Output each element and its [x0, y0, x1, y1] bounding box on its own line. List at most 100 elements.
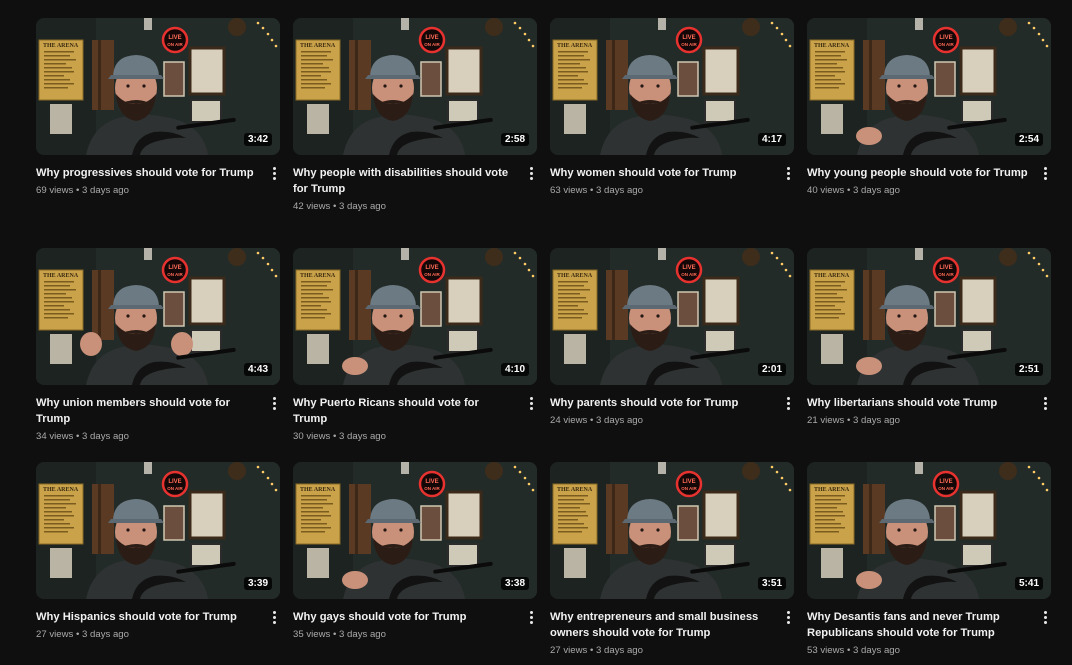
video-title[interactable]: Why Desantis fans and never Trump Republ… [807, 609, 1029, 641]
thumbnail-neon-sign-text: LIVE [939, 35, 952, 41]
view-count: 53 views [807, 645, 845, 656]
video-title[interactable]: Why Puerto Ricans should vote for Trump [293, 395, 515, 427]
video-title[interactable]: Why women should vote for Trump [550, 165, 772, 181]
more-actions-icon[interactable] [270, 395, 278, 411]
video-thumbnail[interactable]: THE ARENA LIVE ON AIR [36, 18, 280, 155]
upload-age: 3 days ago [853, 185, 900, 196]
video-thumbnail[interactable]: THE ARENA LIVE ON AIR [807, 18, 1051, 155]
upload-age: 3 days ago [339, 431, 386, 442]
video-details: Why progressives should vote for Trump 6… [36, 155, 280, 198]
thumbnail-neon-sign-text: LIVE [425, 479, 438, 485]
video-thumbnail[interactable]: THE ARENA LIVE ON AIR [293, 18, 537, 155]
video-title[interactable]: Why young people should vote for Trump [807, 165, 1029, 181]
video-thumbnail[interactable]: THE ARENA LIVE ON AIR [293, 248, 537, 385]
duration-badge: 5:41 [1014, 577, 1043, 590]
view-count: 30 views [293, 431, 331, 442]
meta-separator: • [76, 629, 80, 640]
video-card-6[interactable]: THE ARENA LIVE ON AIR 4:10 Why Puerto Ri… [293, 248, 537, 462]
thumbnail-neon-sign-subtext: ON AIR [167, 42, 183, 47]
video-title[interactable]: Why union members should vote for Trump [36, 395, 258, 427]
video-card-11[interactable]: THE ARENA LIVE ON AIR 3:51 Why entrepren… [550, 462, 794, 662]
video-meta: 42 views • 3 days ago [293, 200, 515, 214]
upload-age: 3 days ago [853, 645, 900, 656]
video-meta: 69 views • 3 days ago [36, 184, 258, 198]
video-thumbnail[interactable]: THE ARENA LIVE ON AIR [807, 462, 1051, 599]
meta-separator: • [847, 645, 851, 656]
more-actions-icon[interactable] [784, 609, 792, 625]
video-title[interactable]: Why progressives should vote for Trump [36, 165, 258, 181]
duration-badge: 2:58 [500, 133, 529, 146]
video-card-9[interactable]: THE ARENA LIVE ON AIR 3:39 Why Hispanics… [36, 462, 280, 662]
meta-separator: • [333, 201, 337, 212]
video-title[interactable]: Why parents should vote for Trump [550, 395, 772, 411]
thumbnail-neon-sign-text: LIVE [939, 479, 952, 485]
video-card-5[interactable]: THE ARENA LIVE ON AIR 4:43 Why union mem… [36, 248, 280, 462]
upload-age: 3 days ago [596, 185, 643, 196]
video-title[interactable]: Why libertarians should vote Trump [807, 395, 1029, 411]
video-card-8[interactable]: THE ARENA LIVE ON AIR 2:51 Why libertari… [807, 248, 1051, 462]
thumbnail-neon-sign-subtext: ON AIR [681, 42, 697, 47]
video-title[interactable]: Why gays should vote for Trump [293, 609, 515, 625]
video-card-1[interactable]: THE ARENA LIVE ON AIR 3:42 Why progressi… [36, 18, 280, 248]
meta-separator: • [590, 645, 594, 656]
duration-badge: 4:17 [757, 133, 786, 146]
video-card-3[interactable]: THE ARENA LIVE ON AIR 4:17 Why women sho… [550, 18, 794, 248]
duration-badge: 4:43 [243, 363, 272, 376]
video-details: Why libertarians should vote Trump 21 vi… [807, 385, 1051, 428]
more-actions-icon[interactable] [784, 165, 792, 181]
duration-badge: 3:42 [243, 133, 272, 146]
duration-badge: 2:54 [1014, 133, 1043, 146]
meta-separator: • [333, 629, 337, 640]
upload-age: 3 days ago [82, 431, 129, 442]
view-count: 40 views [807, 185, 845, 196]
video-title[interactable]: Why people with disabilities should vote… [293, 165, 515, 197]
more-actions-icon[interactable] [784, 395, 792, 411]
video-details: Why parents should vote for Trump 24 vie… [550, 385, 794, 428]
video-thumbnail[interactable]: THE ARENA LIVE ON AIR [36, 248, 280, 385]
more-actions-icon[interactable] [1041, 395, 1049, 411]
video-thumbnail[interactable]: THE ARENA LIVE ON AIR [550, 462, 794, 599]
video-details: Why young people should vote for Trump 4… [807, 155, 1051, 198]
thumbnail-poster-text: THE ARENA [814, 273, 850, 279]
thumbnail-poster-text: THE ARENA [557, 43, 593, 49]
upload-age: 3 days ago [82, 185, 129, 196]
thumbnail-neon-sign-subtext: ON AIR [424, 272, 440, 277]
thumbnail-neon-sign-text: LIVE [168, 265, 181, 271]
video-card-12[interactable]: THE ARENA LIVE ON AIR 5:41 Why Desantis … [807, 462, 1051, 662]
more-actions-icon[interactable] [1041, 165, 1049, 181]
upload-age: 3 days ago [339, 629, 386, 640]
upload-age: 3 days ago [596, 415, 643, 426]
thumbnail-neon-sign-text: LIVE [682, 479, 695, 485]
more-actions-icon[interactable] [527, 609, 535, 625]
thumbnail-poster-text: THE ARENA [814, 43, 850, 49]
more-actions-icon[interactable] [1041, 609, 1049, 625]
video-title[interactable]: Why entrepreneurs and small business own… [550, 609, 772, 641]
more-actions-icon[interactable] [527, 395, 535, 411]
meta-separator: • [590, 185, 594, 196]
thumbnail-poster-text: THE ARENA [300, 487, 336, 493]
video-thumbnail[interactable]: THE ARENA LIVE ON AIR [36, 462, 280, 599]
video-details: Why people with disabilities should vote… [293, 155, 537, 214]
upload-age: 3 days ago [853, 415, 900, 426]
more-actions-icon[interactable] [270, 165, 278, 181]
thumbnail-neon-sign-subtext: ON AIR [167, 486, 183, 491]
video-details: Why entrepreneurs and small business own… [550, 599, 794, 658]
video-thumbnail[interactable]: THE ARENA LIVE ON AIR [807, 248, 1051, 385]
video-thumbnail[interactable]: THE ARENA LIVE ON AIR [293, 462, 537, 599]
more-actions-icon[interactable] [527, 165, 535, 181]
more-actions-icon[interactable] [270, 609, 278, 625]
video-grid: THE ARENA LIVE ON AIR 3:42 Why progressi… [36, 18, 1051, 662]
video-card-2[interactable]: THE ARENA LIVE ON AIR 2:58 Why people wi… [293, 18, 537, 248]
thumbnail-poster-text: THE ARENA [43, 43, 79, 49]
meta-separator: • [847, 185, 851, 196]
video-thumbnail[interactable]: THE ARENA LIVE ON AIR [550, 18, 794, 155]
thumbnail-neon-sign-text: LIVE [168, 35, 181, 41]
video-meta: 24 views • 3 days ago [550, 414, 772, 428]
video-meta: 21 views • 3 days ago [807, 414, 1029, 428]
video-card-10[interactable]: THE ARENA LIVE ON AIR 3:38 Why gays shou… [293, 462, 537, 662]
video-thumbnail[interactable]: THE ARENA LIVE ON AIR [550, 248, 794, 385]
video-title[interactable]: Why Hispanics should vote for Trump [36, 609, 258, 625]
video-card-4[interactable]: THE ARENA LIVE ON AIR 2:54 Why young peo… [807, 18, 1051, 248]
video-card-7[interactable]: THE ARENA LIVE ON AIR 2:01 Why parents s… [550, 248, 794, 462]
thumbnail-poster-text: THE ARENA [814, 487, 850, 493]
